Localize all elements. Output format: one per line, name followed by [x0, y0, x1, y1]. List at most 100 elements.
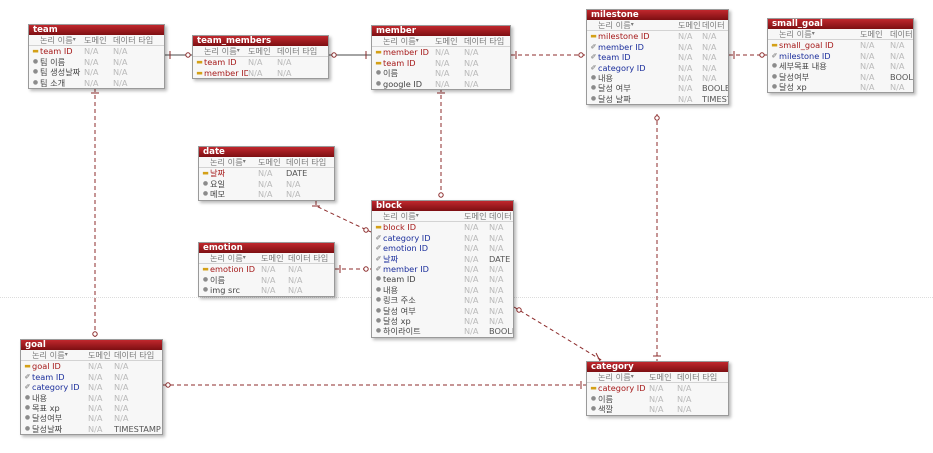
attribute-domain: N/A: [88, 392, 103, 403]
attribute-row[interactable]: ✐ emotion ID N/A N/A: [372, 243, 513, 253]
entity-member[interactable]: member 논리 이름 ▾ 도메인 데이터 타입 ▬ member ID N/A N/A ▬ te…: [371, 25, 511, 91]
attribute-row[interactable]: ▬ member ID N/A N/A: [193, 68, 328, 78]
attribute-row[interactable]: ● img src N/A N/A: [199, 285, 334, 295]
entity-team-members[interactable]: team_members 논리 이름 ▾ 도메인 데이터 타입 ▬ team ID N/A N/…: [192, 35, 329, 80]
attribute-row[interactable]: ▬ category ID N/A N/A: [587, 383, 728, 393]
entity-title[interactable]: goal: [21, 340, 162, 350]
entity-small-goal[interactable]: small_goal논리 이름▾도메인데이터 타입▬small_goal IDN…: [767, 18, 914, 94]
column-header: 논리 이름▾도메인데이터 타입: [199, 253, 334, 265]
attribute-row[interactable]: ● 팀 생성날짜 N/A N/A: [29, 67, 164, 77]
entity-title[interactable]: team: [29, 25, 164, 35]
entity-title[interactable]: member: [372, 26, 510, 36]
attribute-row[interactable]: ✐ category ID N/A N/A: [372, 233, 513, 243]
attribute-row[interactable]: ● team ID N/A N/A: [372, 274, 513, 284]
attribute-row[interactable]: ● 이름 N/A N/A: [587, 394, 728, 404]
attribute-row[interactable]: ● google ID N/A N/A: [372, 79, 510, 89]
attribute-icon: ●: [375, 317, 382, 325]
entity-block[interactable]: block논리 이름▾도메인데이터 타입▬block IDN/AN/A✐cate…: [371, 200, 514, 338]
entity-title[interactable]: date: [199, 147, 334, 157]
attribute-domain: N/A: [435, 47, 450, 58]
entity-milestone[interactable]: milestone논리 이름▾도메인데이터 타입▬milestone IDN/A…: [586, 9, 729, 106]
attribute-row[interactable]: ● 색깔 N/A N/A: [587, 404, 728, 414]
foreign-key-icon: ✐: [375, 244, 382, 253]
attribute-row[interactable]: ● 내용 N/A N/A: [587, 73, 728, 83]
attribute-data-type: N/A: [489, 264, 504, 275]
attribute-row[interactable]: ▬ team ID N/A N/A: [193, 57, 328, 67]
attribute-data-type: N/A: [464, 57, 479, 68]
attribute-domain: N/A: [464, 305, 479, 316]
attribute-row[interactable]: ● 이름 N/A N/A: [199, 275, 334, 285]
attribute-row[interactable]: ● 팀 소개 N/A N/A: [29, 78, 164, 88]
attribute-icon: ●: [202, 179, 209, 187]
attribute-row[interactable]: ▬ small_goal ID N/A N/A: [768, 40, 913, 50]
attribute-data-type: N/A: [464, 78, 479, 89]
attribute-row[interactable]: ✐ category ID N/A N/A: [21, 382, 162, 392]
attribute-data-type: BOOLEAN: [890, 71, 913, 82]
entity-title[interactable]: team_members: [193, 36, 328, 46]
foreign-key-icon: ✐: [24, 383, 31, 392]
logical-name-label: 논리 이름: [383, 211, 416, 221]
attribute-row[interactable]: ▬ member ID N/A N/A: [372, 47, 510, 57]
entity-title[interactable]: small_goal: [768, 19, 913, 29]
column-header-data-type: 데이터 타입: [702, 20, 728, 30]
attribute-row[interactable]: ● 요일 N/A N/A: [199, 179, 334, 189]
attribute-row[interactable]: ▬ block ID N/A N/A: [372, 222, 513, 232]
attribute-row[interactable]: ●하이라이트N/ABOOLEAN: [372, 326, 513, 336]
attribute-row[interactable]: ● 이름 N/A N/A: [372, 68, 510, 78]
attribute-row[interactable]: ▬ team ID N/A N/A: [29, 46, 164, 56]
entity-title[interactable]: emotion: [199, 243, 334, 253]
attribute-row[interactable]: ●달성 여부N/ABOOLEAN: [587, 83, 728, 93]
attribute-row[interactable]: ● 내용 N/A N/A: [21, 393, 162, 403]
column-header-domain: 도메인: [678, 20, 701, 30]
attribute-name: team ID: [204, 57, 237, 68]
column-header-domain: 도메인: [649, 372, 672, 382]
attribute-row[interactable]: ● 목표 xp N/A N/A: [21, 403, 162, 413]
attribute-row[interactable]: ✐ member ID N/A N/A: [587, 42, 728, 52]
attribute-icon: ●: [590, 405, 597, 413]
column-header-data-type: 데이터 타입: [113, 35, 154, 45]
attribute-row[interactable]: ●달성여부N/ABOOLEAN: [768, 72, 913, 82]
attribute-row[interactable]: ✐ member ID N/A N/A: [372, 264, 513, 274]
attribute-row[interactable]: ✐ team ID N/A N/A: [587, 52, 728, 62]
entity-category[interactable]: category 논리 이름 ▾ 도메인 데이터 타입 ▬ category ID N/A N/…: [586, 361, 729, 416]
entity-title[interactable]: milestone: [587, 10, 728, 20]
attribute-row[interactable]: ● 달성 여부 N/A N/A: [372, 306, 513, 316]
column-header-data-type: 데이터 타입: [288, 253, 329, 263]
entity-date[interactable]: date 논리 이름 ▾ 도메인 데이터 타입 ▬ 날짜 N/A DATE ● 요일 N/A N/A ● 메…: [198, 146, 335, 201]
entity-emotion[interactable]: emotion 논리 이름 ▾ 도메인 데이터 타입 ▬ emotion ID N/A N/A ●…: [198, 242, 335, 297]
attribute-row[interactable]: ✐ milestone ID N/A N/A: [768, 51, 913, 61]
attribute-row[interactable]: ●달성 날짜N/ATIMESTAMP: [587, 94, 728, 104]
attribute-row[interactable]: ● 세부목표 내용 N/A N/A: [768, 61, 913, 71]
attribute-name-cell: ✐ team ID: [589, 52, 678, 62]
attribute-row[interactable]: ● 링크 주소 N/A N/A: [372, 295, 513, 305]
attribute-row[interactable]: ✐ 날짜 N/A DATE: [372, 254, 513, 264]
attribute-row[interactable]: ▬ milestone ID N/A N/A: [587, 31, 728, 41]
attribute-row[interactable]: ● 달성 xp N/A N/A: [768, 82, 913, 92]
attribute-name-cell: ● 세부목표 내용: [770, 61, 860, 71]
entity-title[interactable]: block: [372, 201, 513, 211]
attribute-data-type: N/A: [677, 383, 692, 394]
attribute-name: 메모: [210, 189, 226, 200]
attribute-row[interactable]: ▬ team ID N/A N/A: [372, 58, 510, 68]
attribute-name: 달성 xp: [779, 82, 807, 93]
entity-title[interactable]: category: [587, 362, 728, 372]
attribute-row[interactable]: ▬ 날짜 N/A DATE: [199, 168, 334, 178]
attribute-row[interactable]: ● 달성 xp N/A N/A: [372, 316, 513, 326]
attribute-row[interactable]: ● 달성여부 N/A N/A: [21, 413, 162, 423]
attribute-name: 달성 여부: [383, 305, 416, 316]
attribute-row[interactable]: ✐ team ID N/A N/A: [21, 372, 162, 382]
attribute-row[interactable]: ● 달성날짜 N/A TIMESTAMP: [21, 424, 162, 434]
attribute-row[interactable]: ● 내용 N/A N/A: [372, 285, 513, 295]
attribute-row[interactable]: ▬ emotion ID N/A N/A: [199, 264, 334, 274]
attribute-name: team ID: [32, 371, 65, 382]
logical-name-label: 논리 이름: [32, 350, 65, 360]
column-header: 논리 이름▾도메인데이터 타입: [21, 350, 162, 362]
attribute-row[interactable]: ● 메모 N/A N/A: [199, 189, 334, 199]
attribute-name-cell: ▬ member ID: [374, 47, 435, 57]
attribute-row[interactable]: ✐ category ID N/A N/A: [587, 63, 728, 73]
entity-team[interactable]: team 논리 이름 ▾ 도메인 데이터 타입 ▬ team ID N/A N/A ● 팀 이름 N/…: [28, 24, 165, 90]
attribute-data-type: N/A: [890, 82, 905, 93]
attribute-row[interactable]: ▬ goal ID N/A N/A: [21, 361, 162, 371]
attribute-row[interactable]: ● 팀 이름 N/A N/A: [29, 57, 164, 67]
entity-goal[interactable]: goal 논리 이름 ▾ 도메인 데이터 타입 ▬ goal ID N/A N/A ✐ team I…: [20, 339, 163, 436]
